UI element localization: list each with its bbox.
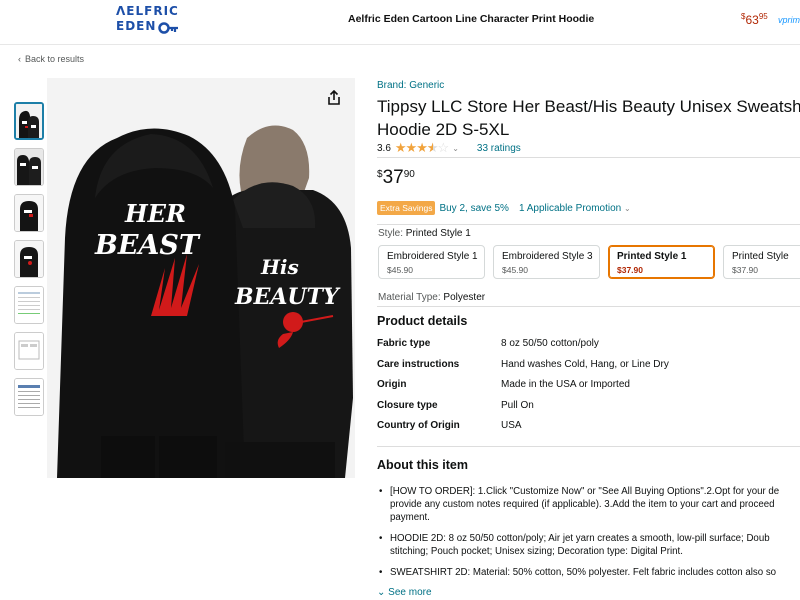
list-item: [HOW TO ORDER]: 1.Click "Customize Now" … (377, 485, 800, 524)
table-row: Care instructions Hand washes Cold, Hang… (377, 359, 669, 380)
main-product-image[interactable]: HER BEAST His BEAUTY (47, 78, 355, 478)
thumbnail-2[interactable] (14, 148, 44, 186)
divider (377, 306, 800, 307)
beauty-print-text: BEAUTY (234, 284, 341, 310)
product-price: $3790 (377, 167, 415, 188)
detail-value: 8 oz 50/50 cotton/poly (501, 338, 599, 349)
banner-price: $6395 (741, 12, 768, 27)
logo-line-1: ΛELFRIC (116, 4, 179, 18)
key-icon (158, 22, 178, 34)
material-type: Material Type: Polyester (378, 292, 486, 303)
share-icon[interactable] (327, 89, 341, 111)
style-option-printed-1[interactable]: Printed Style 1 $37.90 (608, 245, 715, 279)
back-to-results-link[interactable]: ‹ Back to results (18, 54, 84, 64)
detail-value: USA (501, 420, 522, 431)
about-heading: About this item (377, 458, 468, 472)
table-row: Origin Made in the USA or Imported (377, 379, 669, 400)
thumbnail-5[interactable] (14, 286, 44, 324)
list-item: SWEATSHIRT 2D: Material: 50% cotton, 50%… (377, 566, 800, 579)
style-option-embroidered-1[interactable]: Embroidered Style 1 $45.90 (378, 245, 485, 279)
thumbnail-3[interactable] (14, 194, 44, 232)
beast-print-text: BEAST (94, 230, 201, 261)
divider (377, 446, 800, 447)
rating-stars[interactable]: ★★★★ ★ ☆ (395, 140, 449, 156)
chevron-left-icon: ‹ (18, 54, 21, 64)
her-print-text: HER (124, 199, 186, 228)
promotion-row: Extra Savings Buy 2, save 5% 1 Applicabl… (377, 201, 631, 215)
style-option-printed-2[interactable]: Printed Style $37.90 (723, 245, 800, 279)
prime-badge: vprim (778, 15, 800, 25)
detail-key: Care instructions (377, 358, 460, 370)
chevron-down-icon: ⌄ (624, 203, 631, 213)
detail-value: Hand washes Cold, Hang, or Line Dry (501, 358, 669, 370)
brand-link[interactable]: Brand: Generic (377, 80, 444, 91)
promo-text[interactable]: Buy 2, save 5% (439, 203, 508, 214)
table-row: Fabric type 8 oz 50/50 cotton/poly (377, 338, 669, 359)
chevron-down-icon: ⌄ (377, 587, 386, 598)
table-row: Closure type Pull On (377, 400, 669, 421)
banner-title[interactable]: Aelfric Eden Cartoon Line Character Prin… (348, 13, 594, 25)
chevron-down-icon[interactable]: ⌄ (452, 144, 459, 153)
detail-key: Country of Origin (377, 420, 460, 431)
sponsored-banner[interactable]: ΛELFRIC EDEN Aelfric Eden Cartoon Line C… (0, 0, 800, 45)
style-options: Embroidered Style 1 $45.90 Embroidered S… (378, 245, 800, 279)
product-details-table: Fabric type 8 oz 50/50 cotton/poly Care … (377, 338, 669, 441)
thumbnail-6[interactable] (14, 332, 44, 370)
hoodie-couple-photo: HER BEAST His BEAUTY (47, 78, 355, 478)
extra-savings-badge: Extra Savings (377, 201, 436, 215)
thumbnail-4[interactable] (14, 240, 44, 278)
ratings-count-link[interactable]: 33 ratings (477, 143, 521, 154)
list-item: HOODIE 2D: 8 oz 50/50 cotton/poly; Air j… (377, 532, 800, 558)
detail-value: Pull On (501, 399, 534, 411)
see-more-link[interactable]: ⌄ See more (377, 587, 432, 598)
detail-key: Closure type (377, 399, 438, 411)
detail-key: Origin (377, 379, 407, 390)
style-option-embroidered-3[interactable]: Embroidered Style 3 $45.90 (493, 245, 600, 279)
detail-value: Made in the USA or Imported (501, 379, 630, 390)
applicable-promotion-link[interactable]: 1 Applicable Promotion ⌄ (519, 203, 631, 214)
thumbnail-1[interactable] (14, 102, 44, 140)
table-row: Country of Origin USA (377, 420, 669, 441)
about-bullets: [HOW TO ORDER]: 1.Click "Customize Now" … (377, 485, 800, 587)
his-print-text: His (260, 255, 299, 279)
brand-logo[interactable]: ΛELFRIC EDEN (116, 4, 186, 38)
detail-key: Fabric type (377, 338, 431, 349)
product-details-heading: Product details (377, 314, 468, 328)
divider (377, 157, 800, 158)
rating-row: 3.6 ★★★★ ★ ☆ ⌄ 33 ratings (377, 140, 521, 156)
product-title: Tippsy LLC Store Her Beast/His Beauty Un… (377, 97, 800, 139)
divider (377, 224, 800, 225)
rating-value: 3.6 (377, 142, 391, 154)
thumbnail-7[interactable] (14, 378, 44, 416)
style-label: Style: Printed Style 1 (378, 228, 471, 239)
thumbnail-strip (14, 102, 44, 424)
